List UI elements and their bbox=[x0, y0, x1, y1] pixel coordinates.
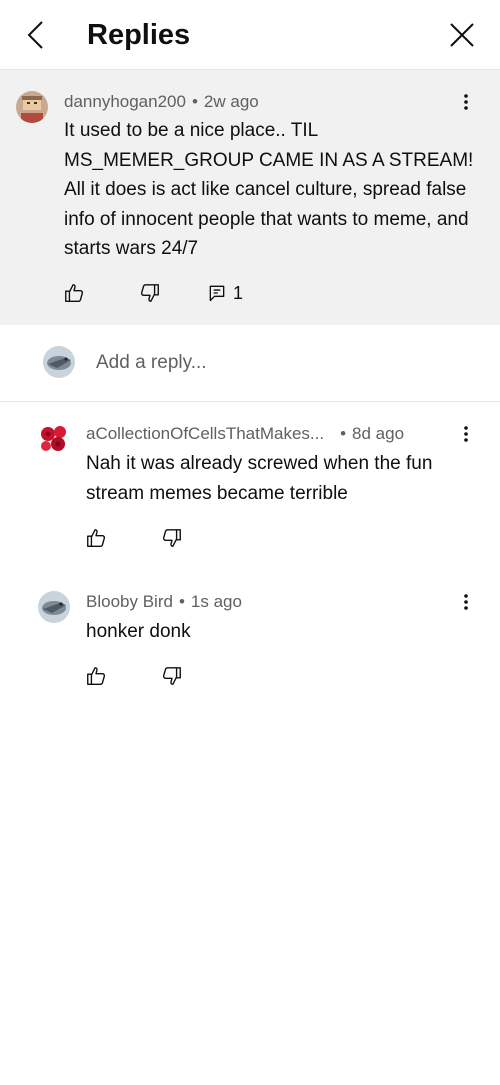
meta-separator: • bbox=[340, 424, 347, 443]
thumb-up-icon bbox=[87, 529, 106, 547]
avatar bbox=[43, 346, 75, 378]
more-vert-icon bbox=[464, 426, 468, 442]
reply-count: 1 bbox=[233, 283, 244, 303]
like-button[interactable] bbox=[84, 664, 108, 688]
more-vert-icon bbox=[464, 94, 468, 110]
like-button[interactable] bbox=[84, 526, 108, 550]
comment-text: It used to be a nice place.. TIL MS_MEME… bbox=[64, 120, 474, 259]
dislike-button[interactable] bbox=[160, 664, 184, 688]
meta-separator: • bbox=[178, 592, 185, 611]
comment-text: Nah it was already screwed when the fun … bbox=[86, 453, 433, 504]
more-options-button[interactable] bbox=[456, 422, 476, 446]
add-reply-row: Add a reply... bbox=[0, 325, 500, 402]
back-button[interactable] bbox=[18, 17, 54, 53]
replies-header: Replies bbox=[0, 0, 500, 70]
close-button[interactable] bbox=[444, 17, 480, 53]
thumb-down-icon bbox=[162, 667, 181, 685]
list-item: aCollectionOfCellsThatMakes... • 8d ago Na… bbox=[0, 402, 500, 572]
add-reply-input[interactable]: Add a reply... bbox=[96, 351, 207, 375]
comment-meta: aCollectionOfCellsThatMakes... • 8d ago bbox=[86, 423, 404, 445]
thumb-up-icon bbox=[65, 284, 84, 302]
thumb-down-icon bbox=[140, 284, 159, 302]
avatar[interactable] bbox=[16, 91, 48, 123]
thumb-up-icon bbox=[87, 667, 106, 685]
more-vert-icon bbox=[464, 594, 468, 610]
comment-time: 1s ago bbox=[190, 592, 242, 611]
thumb-down-icon bbox=[162, 529, 181, 547]
avatar[interactable] bbox=[38, 423, 70, 455]
comment-author[interactable]: dannyhogan200 bbox=[64, 92, 186, 111]
reply-button[interactable] bbox=[205, 281, 229, 305]
more-options-button[interactable] bbox=[456, 90, 476, 114]
meta-separator: • bbox=[191, 92, 198, 111]
dislike-button[interactable] bbox=[160, 526, 184, 550]
comment-meta: Blooby Bird • 1s ago bbox=[86, 591, 242, 613]
comment-time: 2w ago bbox=[203, 92, 259, 111]
comment-icon bbox=[209, 285, 225, 302]
comment-meta: dannyhogan200 • 2w ago bbox=[64, 91, 259, 113]
page-title: Replies bbox=[87, 19, 191, 51]
comment-author[interactable]: Blooby Bird bbox=[86, 592, 173, 611]
more-options-button[interactable] bbox=[456, 590, 476, 614]
comment-author[interactable]: aCollectionOfCellsThatMakes... bbox=[86, 424, 324, 443]
avatar[interactable] bbox=[38, 591, 70, 623]
comment-time: 8d ago bbox=[352, 424, 405, 443]
chevron-left-icon bbox=[27, 21, 43, 49]
like-button[interactable] bbox=[62, 281, 86, 305]
list-item: Blooby Bird • 1s ago honker donk bbox=[0, 572, 500, 702]
comment-text: honker donk bbox=[86, 621, 191, 642]
dislike-button[interactable] bbox=[138, 281, 162, 305]
parent-comment: dannyhogan200 • 2w ago It used to be a nic… bbox=[0, 70, 500, 325]
close-icon bbox=[450, 23, 474, 47]
